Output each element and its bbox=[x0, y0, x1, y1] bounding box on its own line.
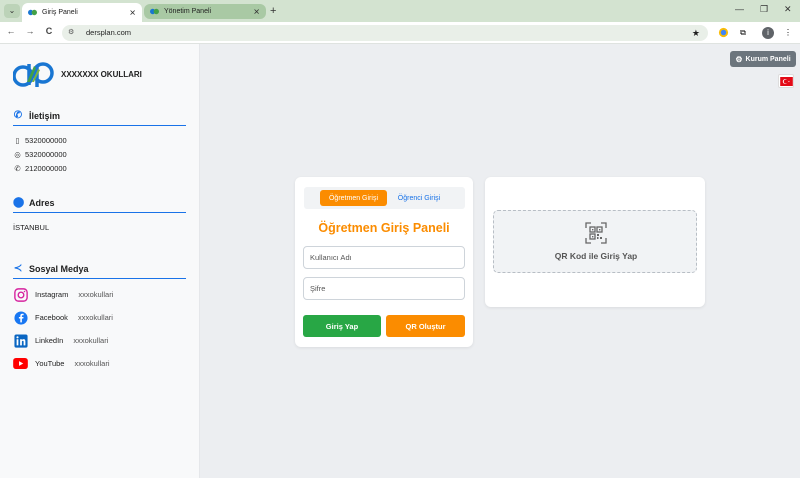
social-handle: xxxokullari bbox=[78, 290, 114, 299]
social-handle: xxxokullari bbox=[73, 336, 109, 345]
dersplan-logo bbox=[13, 62, 54, 87]
gear-icon: ⚙ bbox=[735, 54, 743, 64]
mobile-phone-icon: ▯ bbox=[15, 136, 20, 145]
social-facebook[interactable]: Facebook xxxokullari bbox=[13, 310, 113, 325]
browser-toolbar: ← → C ⚙ dersplan.com ★ ⧉ i ⋮ bbox=[0, 22, 800, 44]
kurum-button-label: Kurum Paneli bbox=[745, 55, 791, 63]
social-youtube[interactable]: YouTube xxxokullari bbox=[13, 356, 110, 371]
brand: XXXXXXX OKULLARI bbox=[13, 60, 142, 88]
phone-icon: ✆ bbox=[13, 110, 23, 121]
contact-title-text: İletişim bbox=[29, 110, 61, 121]
contact-whatsapp[interactable]: ◎ 5320000000 bbox=[13, 150, 67, 159]
restore-icon[interactable]: ❐ bbox=[760, 4, 768, 15]
profile-avatar[interactable]: i bbox=[762, 27, 774, 39]
window-close-icon[interactable]: ✕ bbox=[784, 4, 792, 15]
section-divider bbox=[13, 278, 186, 279]
tab-search-button[interactable]: ⌄ bbox=[4, 4, 20, 18]
browser-menu-icon[interactable]: ⋮ bbox=[782, 27, 794, 39]
qr-login-label: QR Kod ile Giriş Yap bbox=[554, 251, 638, 261]
dersplan-favicon bbox=[150, 7, 159, 16]
school-name: XXXXXXX OKULLARI bbox=[61, 69, 142, 79]
address-title-text: Adres bbox=[29, 197, 55, 208]
linkedin-icon bbox=[13, 333, 28, 348]
address-bar[interactable]: ⚙ dersplan.com ★ bbox=[62, 25, 708, 41]
reload-icon[interactable]: C bbox=[43, 26, 55, 36]
whatsapp-icon: ◎ bbox=[14, 150, 21, 159]
social-name: YouTube bbox=[35, 359, 65, 368]
close-tab-icon[interactable]: ✕ bbox=[129, 8, 136, 17]
qr-code-icon bbox=[585, 222, 607, 244]
address-value: İSTANBUL bbox=[13, 223, 50, 232]
qr-login-card: QR Kod ile Giriş Yap bbox=[485, 177, 705, 307]
page: XXXXXXX OKULLARI ✆ İletişim ▯ 5320000000… bbox=[0, 44, 800, 478]
sidebar: XXXXXXX OKULLARI ✆ İletişim ▯ 5320000000… bbox=[0, 44, 200, 478]
browser-tab-bar: ⌄ Giriş Paneli ✕ Yönetim Paneli ✕ + — ❐ … bbox=[0, 0, 800, 22]
share-icon: ≺ bbox=[13, 263, 23, 274]
close-tab-icon[interactable]: ✕ bbox=[253, 7, 260, 16]
tab-giris-paneli[interactable]: Giriş Paneli ✕ bbox=[22, 3, 142, 22]
new-tab-button[interactable]: + bbox=[270, 4, 276, 18]
address-section-title: ⬤ Adres bbox=[13, 197, 55, 208]
dersplan-favicon bbox=[28, 8, 37, 17]
social-handle: xxxokullari bbox=[77, 313, 113, 322]
password-input[interactable]: Şifre bbox=[303, 277, 465, 300]
whatsapp-number: 5320000000 bbox=[25, 150, 67, 159]
qr-login-area[interactable]: QR Kod ile Giriş Yap bbox=[493, 210, 697, 273]
username-input[interactable]: Kullanıcı Adı bbox=[303, 246, 465, 269]
social-name: Facebook bbox=[35, 313, 68, 322]
tab-student-login[interactable]: Öğrenci Girişi bbox=[392, 190, 446, 206]
main-content: ⚙ Kurum Paneli Öğretmen Girişi Öğrenci G… bbox=[200, 44, 800, 478]
social-name: Instagram bbox=[35, 290, 69, 299]
site-settings-icon[interactable]: ⚙ bbox=[68, 29, 78, 37]
social-title-text: Sosyal Medya bbox=[29, 263, 89, 274]
forward-icon[interactable]: → bbox=[24, 26, 36, 36]
chrome-extension-icon[interactable] bbox=[717, 27, 729, 39]
social-name: LinkedIn bbox=[35, 336, 64, 345]
section-divider bbox=[13, 212, 186, 213]
back-icon[interactable]: ← bbox=[5, 26, 17, 36]
url-text: dersplan.com bbox=[86, 28, 132, 37]
facebook-icon bbox=[13, 310, 28, 325]
youtube-icon bbox=[13, 356, 28, 371]
landline-number: 2120000000 bbox=[25, 164, 67, 173]
login-button[interactable]: Giriş Yap bbox=[303, 315, 381, 337]
map-pin-icon: ⬤ bbox=[13, 197, 25, 208]
social-linkedin[interactable]: LinkedIn xxxokullari bbox=[13, 333, 108, 348]
phone-icon: ✆ bbox=[14, 164, 21, 173]
login-title: Öğretmen Giriş Paneli bbox=[318, 221, 450, 235]
bookmark-star-icon[interactable]: ★ bbox=[692, 25, 700, 41]
tab-yonetim-paneli[interactable]: Yönetim Paneli ✕ bbox=[144, 4, 266, 19]
contact-mobile[interactable]: ▯ 5320000000 bbox=[13, 136, 67, 145]
section-divider bbox=[13, 125, 186, 126]
instagram-icon bbox=[13, 287, 28, 302]
login-tabs: Öğretmen Girişi Öğrenci Girişi bbox=[304, 187, 465, 209]
minimize-icon[interactable]: — bbox=[735, 4, 744, 14]
tab-teacher-login[interactable]: Öğretmen Girişi bbox=[320, 190, 387, 206]
social-instagram[interactable]: Instagram xxxokullari bbox=[13, 287, 113, 302]
create-qr-button[interactable]: QR Oluştur bbox=[386, 315, 465, 337]
social-handle: xxxokullari bbox=[74, 359, 110, 368]
social-section-title: ≺ Sosyal Medya bbox=[13, 263, 89, 274]
kurum-panel-button[interactable]: ⚙ Kurum Paneli bbox=[730, 51, 796, 67]
extensions-puzzle-icon[interactable]: ⧉ bbox=[737, 27, 749, 39]
tab-label: Yönetim Paneli bbox=[164, 8, 212, 15]
login-card: Öğretmen Girişi Öğrenci Girişi Öğretmen … bbox=[295, 177, 473, 347]
contact-section-title: ✆ İletişim bbox=[13, 110, 60, 121]
tab-label: Giriş Paneli bbox=[42, 9, 78, 16]
mobile-number: 5320000000 bbox=[25, 136, 67, 145]
contact-landline[interactable]: ✆ 2120000000 bbox=[13, 164, 67, 173]
turkish-flag-icon[interactable] bbox=[778, 74, 794, 88]
